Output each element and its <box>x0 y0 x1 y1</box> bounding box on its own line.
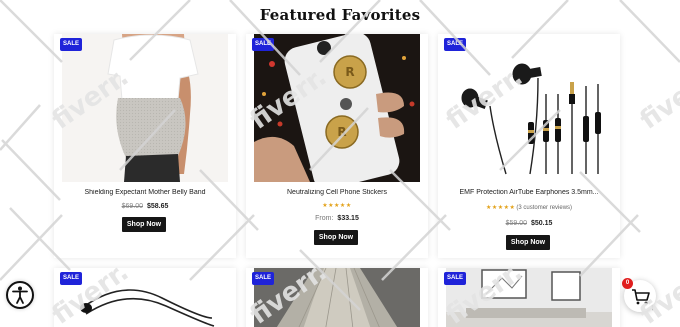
sale-badge: SALE <box>444 38 466 51</box>
product-card-row2-3[interactable]: SALE <box>438 268 620 327</box>
product-name[interactable]: Neutralizing Cell Phone Stickers <box>246 189 428 196</box>
from-label: From: <box>315 215 334 222</box>
price-row: $59.00 $50.15 <box>438 220 620 227</box>
sale-badge: SALE <box>252 38 274 51</box>
old-price: $69.00 <box>121 203 143 210</box>
price-row: $69.00 $58.65 <box>54 203 236 210</box>
price-row: From: $33.15 <box>246 215 428 222</box>
cart-count-badge: 0 <box>622 278 633 289</box>
shop-now-button[interactable]: Shop Now <box>122 217 166 232</box>
shop-now-button[interactable]: Shop Now <box>506 235 550 250</box>
svg-text:R: R <box>337 125 346 139</box>
product-card-phone-stickers[interactable]: R R SALE Neutralizing Cell Phone Sticker… <box>246 34 428 258</box>
shop-now-button[interactable]: Shop Now <box>314 230 358 245</box>
sale-price: $33.15 <box>337 215 359 222</box>
sale-badge: SALE <box>60 272 82 285</box>
scroll-top-icon[interactable]: ↑ <box>650 302 655 312</box>
product-card-row2-2[interactable]: SALE <box>246 268 428 327</box>
product-image-earphones[interactable] <box>446 34 612 182</box>
product-image-cable[interactable] <box>62 268 228 327</box>
product-image-canopy[interactable] <box>254 268 420 327</box>
sale-badge: SALE <box>252 272 274 285</box>
review-count[interactable]: (3 customer reviews) <box>516 205 572 211</box>
product-card-belly-band[interactable]: SALE Shielding Expectant Mother Belly Ba… <box>54 34 236 258</box>
section-title: Featured Favorites <box>259 6 421 24</box>
sale-price: $58.65 <box>147 203 169 210</box>
product-card-row2-1[interactable]: SALE <box>54 268 236 327</box>
product-image-phone-stickers[interactable]: R R <box>254 34 420 182</box>
accessibility-button[interactable] <box>6 281 34 309</box>
product-name[interactable]: EMF Protection AirTube Earphones 3.5mm..… <box>438 189 620 196</box>
star-rating: ★★★★★(3 customer reviews) <box>438 204 620 211</box>
product-image-belly-band[interactable] <box>62 34 228 182</box>
stars: ★★★★★ <box>485 205 516 211</box>
product-name[interactable]: Shielding Expectant Mother Belly Band <box>54 189 236 196</box>
sale-price: $50.15 <box>531 220 553 227</box>
sale-badge: SALE <box>60 38 82 51</box>
accessibility-icon <box>12 286 28 304</box>
product-card-airtube-earphones[interactable]: SALE EMF Protection AirTube Earphones 3.… <box>438 34 620 258</box>
product-image-room[interactable] <box>446 268 612 327</box>
star-rating: ★★★★★ <box>322 203 352 209</box>
old-price: $59.00 <box>505 220 527 227</box>
sale-badge: SALE <box>444 272 466 285</box>
svg-text:R: R <box>345 65 354 79</box>
watermark-text: fiverr. <box>635 62 680 136</box>
